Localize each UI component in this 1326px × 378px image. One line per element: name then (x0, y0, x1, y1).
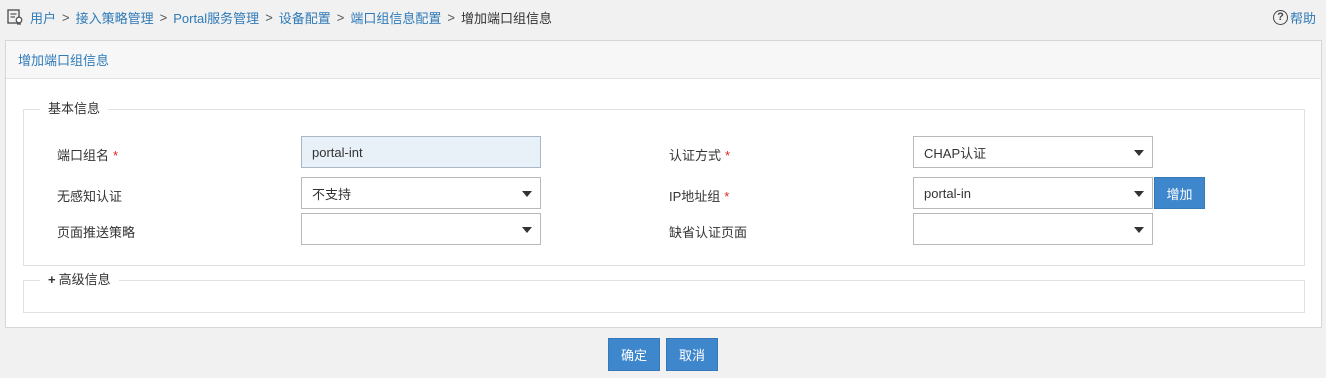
default-auth-page-select[interactable] (913, 213, 1153, 245)
dropdown-caret-icon (1134, 191, 1144, 197)
top-bar: 用户 > 接入策略管理 > Portal服务管理 > 设备配置 > 端口组信息配… (0, 0, 1326, 34)
page-push-policy-select[interactable] (301, 213, 541, 245)
port-group-name-input[interactable]: portal-int (301, 136, 541, 168)
ok-button[interactable]: 确定 (608, 338, 660, 371)
default-auth-page-label: 缺省认证页面 (669, 225, 748, 240)
ip-group-select[interactable]: portal-in (913, 177, 1153, 209)
breadcrumb-item-device-config[interactable]: 设备配置 (279, 8, 331, 27)
help-label: 帮助 (1289, 10, 1316, 26)
seamless-auth-select[interactable]: 不支持 (301, 177, 541, 209)
breadcrumb-item-access-policy[interactable]: 接入策略管理 (76, 8, 154, 27)
basic-info-section: 基本信息 端口组名 * portal-int 认证方式 * CHAP认证 无感知认证… (23, 101, 1305, 266)
advanced-info-toggle[interactable]: + 高级信息 (40, 272, 119, 288)
breadcrumb-separator: > (265, 9, 273, 25)
dropdown-caret-icon (1134, 227, 1144, 233)
add-port-group-panel: 增加端口组信息 基本信息 端口组名 * portal-int 认证方式 * CHAP… (5, 40, 1322, 328)
breadcrumb-current: 增加端口组信息 (461, 10, 553, 26)
panel-title: 增加端口组信息 (6, 41, 1321, 79)
auth-method-select[interactable]: CHAP认证 (913, 136, 1153, 168)
breadcrumb-item-portal-service[interactable]: Portal服务管理 (173, 8, 259, 27)
breadcrumb-separator: > (336, 9, 345, 25)
breadcrumb-item-user[interactable]: 用户 (30, 8, 56, 27)
add-ip-group-button[interactable]: 增加 (1154, 177, 1205, 209)
port-group-name-label: 端口组名 * (57, 148, 119, 163)
cancel-button[interactable]: 取消 (666, 338, 718, 371)
breadcrumb-separator: > (447, 9, 455, 25)
advanced-info-section: + 高级信息 (23, 272, 1305, 313)
breadcrumb-separator: > (159, 9, 168, 25)
page-push-policy-label: 页面推送策略 (57, 225, 136, 240)
ip-group-label: IP地址组 * (669, 189, 730, 204)
breadcrumb-separator: > (62, 9, 70, 25)
help-icon: ? (1272, 9, 1288, 25)
dropdown-caret-icon (522, 227, 532, 233)
help-link[interactable]: ? 帮助 (1272, 8, 1316, 27)
seamless-auth-label: 无感知认证 (57, 189, 123, 204)
auth-method-label: 认证方式 * (669, 148, 731, 163)
dropdown-caret-icon (1134, 150, 1144, 156)
breadcrumb: 用户 > 接入策略管理 > Portal服务管理 > 设备配置 > 端口组信息配… (6, 8, 552, 27)
expand-plus-icon: + (48, 272, 56, 287)
dropdown-caret-icon (522, 191, 532, 197)
basic-info-legend: 基本信息 (40, 101, 109, 117)
user-config-icon (6, 8, 24, 26)
breadcrumb-item-port-group-config[interactable]: 端口组信息配置 (350, 8, 441, 27)
